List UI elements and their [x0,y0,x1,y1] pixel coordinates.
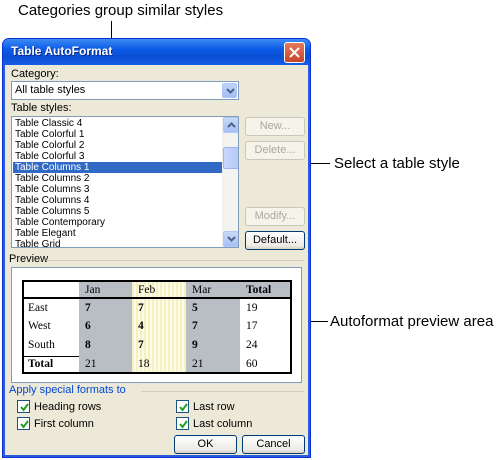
header-feb: Feb [138,284,156,296]
list-item[interactable]: Table Colorful 2 [13,140,222,151]
chevron-down-icon [227,236,236,242]
cell-south-total: 24 [246,339,258,351]
row-label-total: Total [28,358,54,370]
callout-preview-area: Autoformat preview area [330,313,494,330]
list-item[interactable]: Table Colorful 3 [13,151,222,162]
list-item[interactable]: Table Elegant [13,228,222,239]
last-row-checkbox[interactable] [176,400,189,413]
list-item[interactable]: Table Columns 4 [13,195,222,206]
first-column-label[interactable]: First column [34,418,94,430]
table-styles-label: Table styles: [11,102,72,114]
list-item[interactable]: Table Colorful 1 [13,129,222,140]
preview-divider [46,260,304,261]
dropdown-button[interactable] [222,83,237,98]
cell-east-feb: 7 [138,302,144,314]
header-rule [24,297,290,299]
checkmark-icon [179,420,188,429]
row-label-east: East [28,302,48,314]
list-item[interactable]: Table Classic 4 [13,118,222,129]
scroll-down-button[interactable] [223,231,238,247]
preview-table: Jan Feb Mar Total East 7 7 5 19 West 6 4… [22,280,292,374]
checkmark-icon [20,403,29,412]
cell-east-jan: 7 [85,302,91,314]
preview-label: Preview [9,253,49,265]
special-formats-divider [141,391,304,392]
cell-west-mar: 7 [192,320,198,332]
row-label-west: West [28,320,51,332]
dialog-body: Category: All table styles Table styles:… [6,65,307,455]
heading-rows-label[interactable]: Heading rows [34,401,101,413]
table-autoformat-dialog: Table AutoFormat Category: All table sty… [2,38,311,458]
cell-total-total: 60 [246,358,258,370]
cell-east-mar: 5 [192,302,198,314]
delete-button[interactable]: Delete... [245,141,305,160]
chevron-down-icon [226,88,235,94]
cancel-button[interactable]: Cancel [242,435,305,454]
last-row-label[interactable]: Last row [193,401,235,413]
cell-west-total: 17 [246,320,258,332]
category-label: Category: [11,68,59,80]
list-item[interactable]: Table Contemporary [13,217,222,228]
list-item-selected[interactable]: Table Columns 1 [13,162,222,173]
row-label-south: South [28,339,55,351]
callout-categories: Categories group similar styles [18,2,224,19]
header-mar: Mar [192,284,212,296]
list-item[interactable]: Table Grid [13,239,222,247]
chevron-up-icon [227,122,236,128]
title-bar[interactable]: Table AutoFormat [3,39,310,65]
list-item[interactable]: Table Columns 5 [13,206,222,217]
cell-total-jan: 21 [85,358,97,370]
cell-south-mar: 9 [192,339,198,351]
table-styles-list[interactable]: Table Classic 4 Table Colorful 1 Table C… [11,116,239,248]
ok-button[interactable]: OK [174,435,237,454]
cell-east-total: 19 [246,302,258,314]
header-total: Total [246,284,272,296]
cell-total-mar: 21 [192,358,204,370]
cell-total-feb: 18 [138,358,150,370]
close-icon [289,47,300,58]
default-button[interactable]: Default... [245,231,305,250]
category-dropdown[interactable]: All table styles [11,81,239,100]
preview-area: Jan Feb Mar Total East 7 7 5 19 West 6 4… [11,267,302,383]
last-column-checkbox[interactable] [176,417,189,430]
checkmark-icon [179,403,188,412]
dialog-title: Table AutoFormat [11,44,113,58]
callout-select-style: Select a table style [334,155,460,172]
cell-west-feb: 4 [138,320,144,332]
vertical-scrollbar[interactable] [222,117,238,247]
list-item[interactable]: Table Columns 2 [13,173,222,184]
header-jan: Jan [85,284,101,296]
list-item[interactable]: Table Columns 3 [13,184,222,195]
cell-west-jan: 6 [85,320,91,332]
scrollbar-thumb[interactable] [223,147,238,169]
category-value: All table styles [15,84,86,96]
first-column-checkbox[interactable] [17,417,30,430]
close-button[interactable] [284,42,305,63]
cell-south-jan: 8 [85,339,91,351]
special-formats-label: Apply special formats to [9,384,126,396]
cell-south-feb: 7 [138,339,144,351]
scroll-up-button[interactable] [223,117,238,133]
checkmark-icon [20,420,29,429]
modify-button[interactable]: Modify... [245,207,305,226]
new-button[interactable]: New... [245,117,305,136]
heading-rows-checkbox[interactable] [17,400,30,413]
last-column-label[interactable]: Last column [193,418,252,430]
